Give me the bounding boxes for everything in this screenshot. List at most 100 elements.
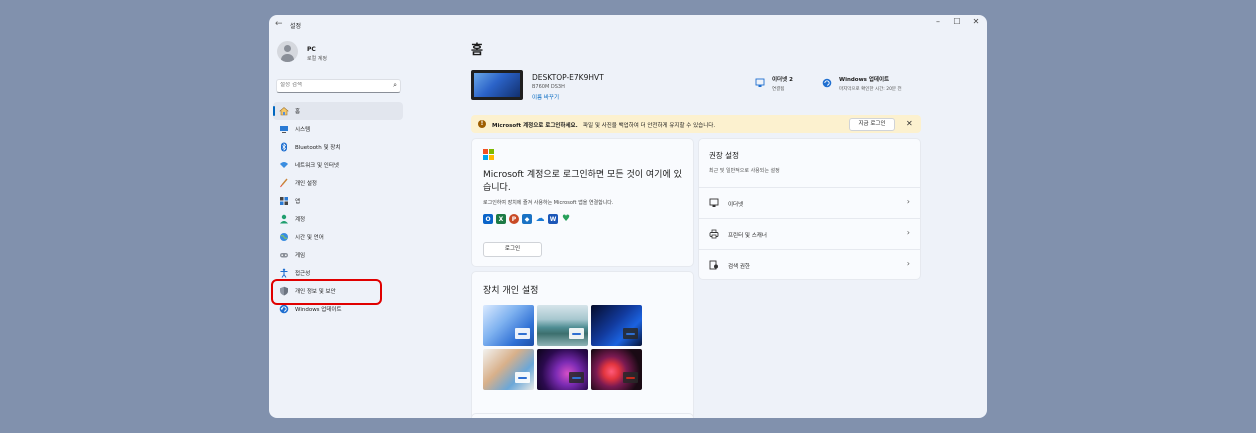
sidebar-item-label: 시간 및 언어 xyxy=(295,235,324,241)
back-arrow-icon[interactable]: ← xyxy=(275,19,283,29)
family-icon: ♥ xyxy=(561,214,571,224)
sidebar-nav: 홈 시스템 Bluetooth 및 장치 네트워크 및 인터넷 개인 설정 앱 … xyxy=(273,102,403,318)
settings-window: ← 설정 – ☐ ✕ PC 로컬 계정 ⌕ 홈 시스템 xyxy=(269,15,987,418)
ms-card-heading: Microsoft 계정으로 로그인하면 모든 것이 여기에 있습니다. xyxy=(483,170,682,193)
banner-text: Microsoft 계정으로 로그인하세요. 파일 및 사진을 백업하여 더 안… xyxy=(492,121,715,129)
theme-thumbnail[interactable] xyxy=(537,349,588,390)
ethernet-icon xyxy=(755,78,765,88)
next-card-edge xyxy=(471,413,694,418)
sidebar-item-windows-update[interactable]: Windows 업데이트 xyxy=(273,300,403,318)
sidebar-item-label: 앱 xyxy=(295,199,301,205)
rename-link[interactable]: 이름 바꾸기 xyxy=(532,93,559,101)
search-input[interactable] xyxy=(280,82,385,88)
signin-banner: ! Microsoft 계정으로 로그인하세요. 파일 및 사진을 백업하여 더… xyxy=(471,115,921,133)
status-subtitle: 연결됨 xyxy=(772,87,785,92)
recommended-item-ethernet[interactable]: 이더넷 › xyxy=(699,187,920,219)
theme-thumbnail[interactable] xyxy=(591,305,642,346)
sidebar-item-time-language[interactable]: 시간 및 언어 xyxy=(273,228,403,246)
powerpoint-icon: P xyxy=(509,214,519,224)
globe-icon xyxy=(279,232,289,242)
theme-thumbnail[interactable] xyxy=(591,349,642,390)
theme-thumbnail[interactable] xyxy=(537,305,588,346)
sidebar-item-home[interactable]: 홈 xyxy=(273,102,403,120)
printer-icon xyxy=(709,229,719,239)
device-thumbnail[interactable] xyxy=(471,70,523,100)
personalize-card: 장치 개인 설정 xyxy=(471,271,694,418)
close-icon[interactable]: ✕ xyxy=(906,119,913,128)
word-icon: W xyxy=(548,214,558,224)
sidebar-item-apps[interactable]: 앱 xyxy=(273,192,403,210)
update-icon xyxy=(279,304,289,314)
avatar[interactable] xyxy=(277,41,298,62)
chevron-right-icon: › xyxy=(906,197,910,206)
banner-message: 파일 및 사진을 백업하여 더 안전하게 유지할 수 있습니다. xyxy=(582,123,716,129)
sidebar-item-label: Windows 업데이트 xyxy=(295,307,342,313)
ms-card-description: 로그인하여 장치에 즐겨 사용하는 Microsoft 앱을 연결합니다. xyxy=(483,200,614,206)
signin-button[interactable]: 로그인 xyxy=(483,242,542,257)
recommended-item-label: 검색 권한 xyxy=(728,264,750,270)
chevron-right-icon: › xyxy=(906,228,910,237)
sidebar-item-label: 시스템 xyxy=(295,127,311,133)
recommended-item-label: 프린터 및 스캐너 xyxy=(728,233,767,239)
sidebar-item-personalization[interactable]: 개인 설정 xyxy=(273,174,403,192)
ethernet-icon xyxy=(709,198,719,208)
search-permissions-icon xyxy=(709,260,719,270)
sidebar-item-gaming[interactable]: 게임 xyxy=(273,246,403,264)
theme-thumbnail[interactable] xyxy=(483,349,534,390)
device-name: DESKTOP-E7K9HVT xyxy=(532,73,604,82)
bluetooth-icon xyxy=(279,142,289,152)
title-bar: ← 설정 – ☐ ✕ xyxy=(269,15,987,35)
recommended-item-search-permissions[interactable]: 검색 권한 › xyxy=(699,249,920,281)
theme-grid xyxy=(483,305,642,390)
sidebar-item-system[interactable]: 시스템 xyxy=(273,120,403,138)
search-icon[interactable]: ⌕ xyxy=(393,81,397,90)
sidebar-item-label: 홈 xyxy=(295,109,301,115)
info-icon: ! xyxy=(478,120,486,128)
chevron-right-icon: › xyxy=(906,259,910,268)
onedrive-icon: ☁ xyxy=(535,214,545,224)
sidebar-item-label: 계정 xyxy=(295,217,306,223)
close-window-button[interactable]: ✕ xyxy=(970,17,982,26)
status-subtitle: 마지막으로 확인한 시간: 20분 전 xyxy=(839,87,902,92)
minimize-button[interactable]: – xyxy=(932,17,944,26)
sidebar-item-accessibility[interactable]: 접근성 xyxy=(273,264,403,282)
banner-bold-text: Microsoft 계정으로 로그인하세요. xyxy=(492,123,578,129)
profile-name: PC xyxy=(307,46,316,53)
sidebar-item-label: 개인 설정 xyxy=(295,181,317,187)
recommended-settings-card: 권장 설정 최근 및 일반적으로 사용되는 설정 이더넷 › 프린터 및 스캐너… xyxy=(698,138,921,280)
sidebar-item-label: 게임 xyxy=(295,253,306,259)
microsoft-account-card: Microsoft 계정으로 로그인하면 모든 것이 여기에 있습니다. 로그인… xyxy=(471,138,694,267)
sidebar-item-label: 접근성 xyxy=(295,271,311,277)
sidebar-item-privacy-security[interactable]: 개인 정보 및 보안 xyxy=(273,282,403,300)
sidebar-item-label: 개인 정보 및 보안 xyxy=(295,289,336,295)
sidebar-item-accounts[interactable]: 계정 xyxy=(273,210,403,228)
recommended-subtitle: 최근 및 일반적으로 사용되는 설정 xyxy=(709,168,780,174)
sidebar-item-label: Bluetooth 및 장치 xyxy=(295,145,341,151)
signin-now-button[interactable]: 지금 로그인 xyxy=(849,118,895,131)
profile-account-type: 로컬 계정 xyxy=(307,56,327,62)
excel-icon: X xyxy=(496,214,506,224)
system-icon xyxy=(279,124,289,134)
status-windows-update[interactable]: Windows 업데이트 마지막으로 확인한 시간: 20분 전 xyxy=(822,75,902,92)
sidebar-item-network[interactable]: 네트워크 및 인터넷 xyxy=(273,156,403,174)
recommended-item-printers[interactable]: 프린터 및 스캐너 › xyxy=(699,218,920,250)
sidebar-item-bluetooth[interactable]: Bluetooth 및 장치 xyxy=(273,138,403,156)
personalize-title: 장치 개인 설정 xyxy=(483,286,539,296)
brush-icon xyxy=(279,178,289,188)
home-icon xyxy=(279,106,289,116)
defender-icon: ◆ xyxy=(522,214,532,224)
theme-thumbnail[interactable] xyxy=(483,305,534,346)
sidebar-item-label: 네트워크 및 인터넷 xyxy=(295,163,339,169)
window-title: 설정 xyxy=(290,23,302,30)
accessibility-icon xyxy=(279,268,289,278)
outlook-icon: O xyxy=(483,214,493,224)
status-title: Windows 업데이트 xyxy=(839,77,890,83)
maximize-button[interactable]: ☐ xyxy=(951,17,963,26)
search-box[interactable]: ⌕ xyxy=(276,79,401,93)
status-ethernet[interactable]: 이더넷 2 연결됨 xyxy=(755,75,793,92)
device-model: B760M DS3H xyxy=(532,84,565,90)
account-icon xyxy=(279,214,289,224)
recommended-item-label: 이더넷 xyxy=(728,202,744,208)
shield-icon xyxy=(279,286,289,296)
app-icon-row: O X P ◆ ☁ W ♥ xyxy=(483,214,571,224)
